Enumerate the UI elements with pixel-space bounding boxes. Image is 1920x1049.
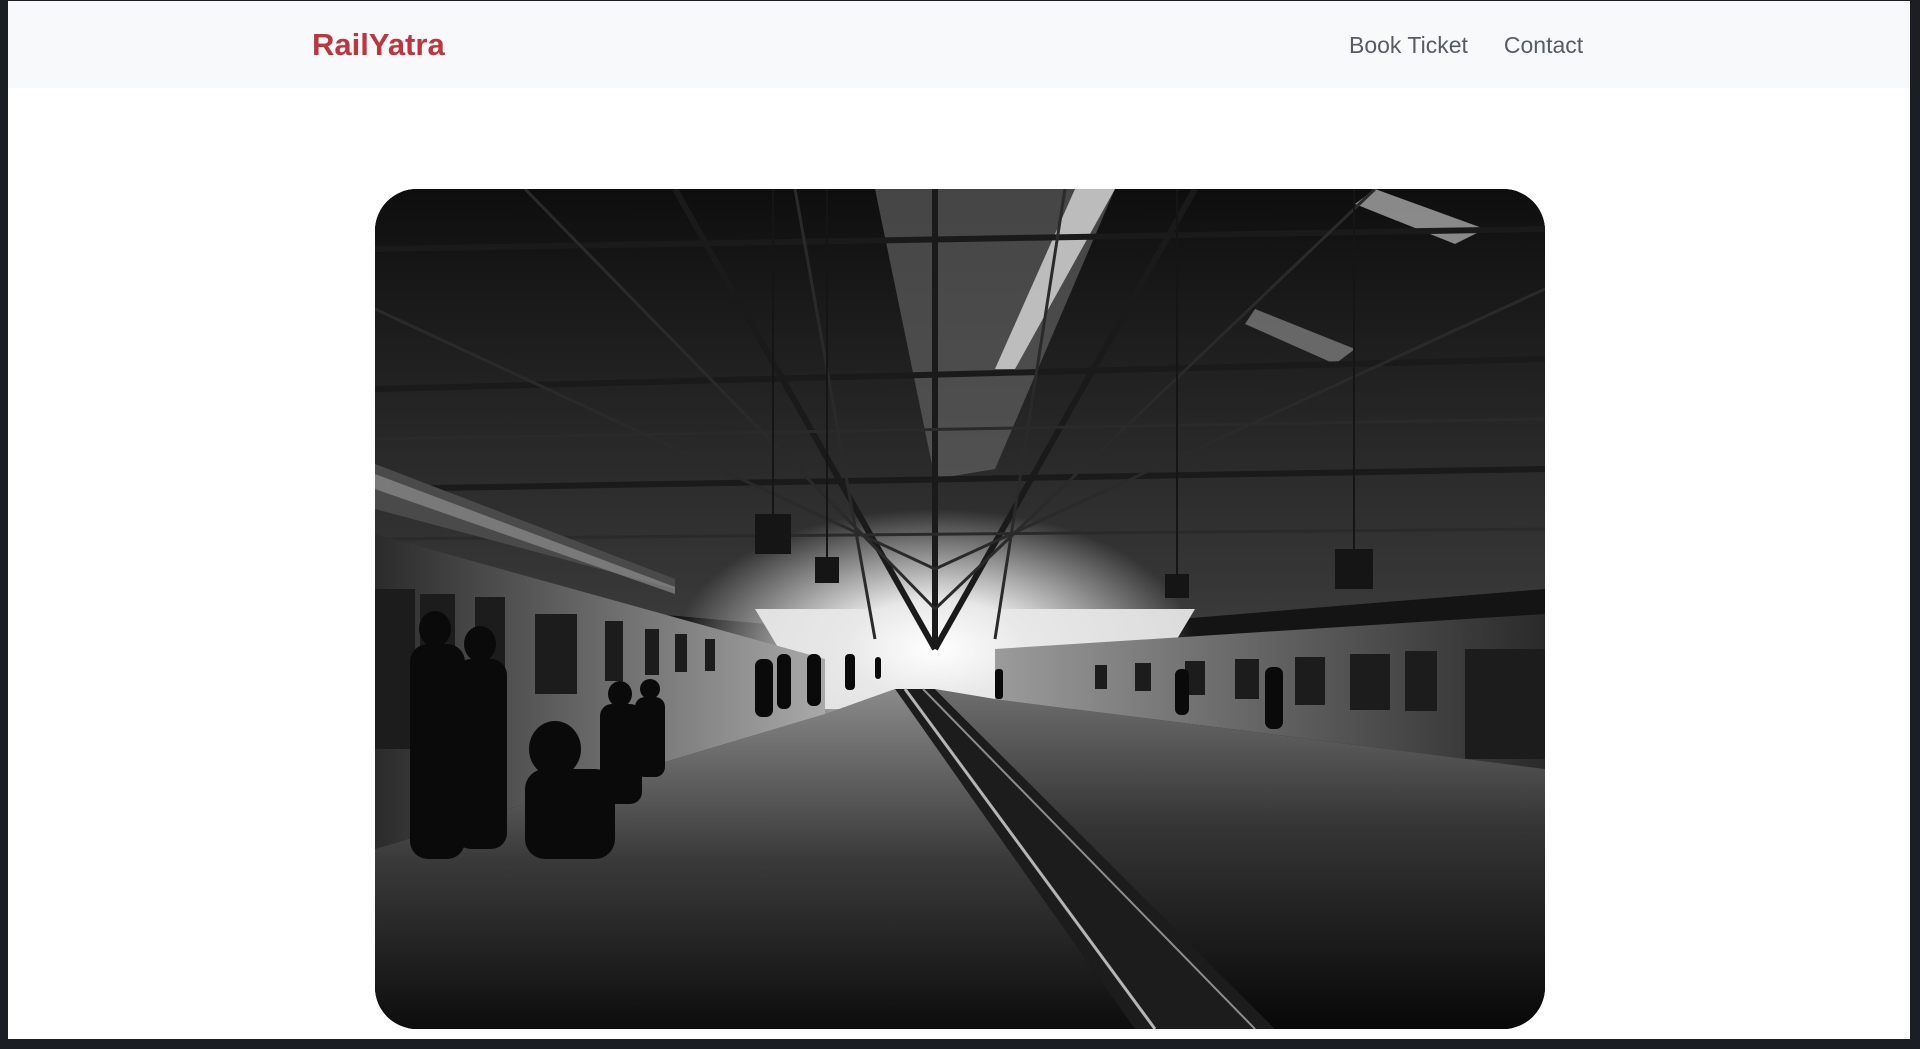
hero-image — [375, 189, 1545, 1029]
nav-links: Book Ticket Contact — [1349, 32, 1583, 59]
railway-station-photo — [375, 189, 1545, 1029]
browser-viewport: RailYatra Book Ticket Contact — [8, 1, 1910, 1039]
nav-link-book-ticket[interactable]: Book Ticket — [1349, 32, 1468, 59]
nav-link-contact[interactable]: Contact — [1504, 32, 1583, 59]
brand-logo-link[interactable]: RailYatra — [312, 27, 445, 63]
navbar: RailYatra Book Ticket Contact — [8, 1, 1910, 88]
